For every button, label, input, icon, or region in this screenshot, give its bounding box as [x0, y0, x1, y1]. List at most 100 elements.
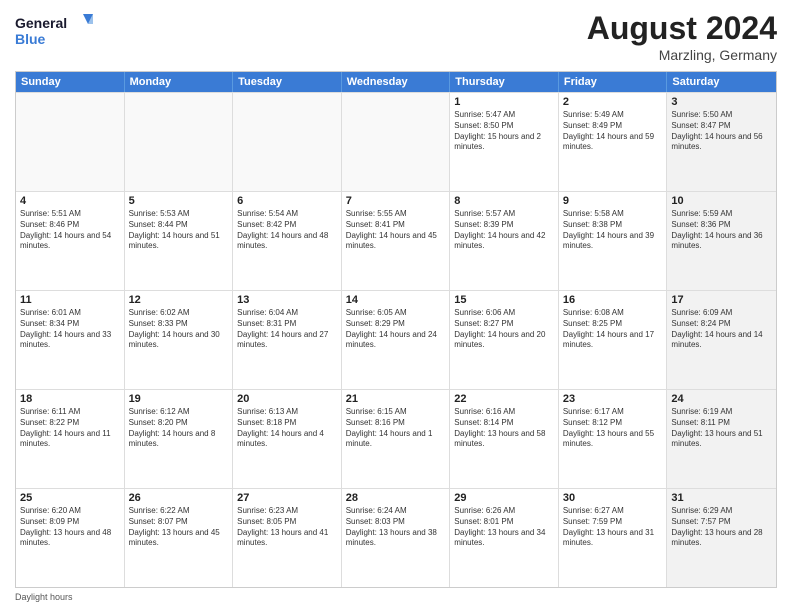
day-cell-11: 11 Sunrise: 6:01 AM Sunset: 8:34 PM Dayli… [16, 291, 125, 389]
day-number: 2 [563, 96, 663, 108]
cell-info: Sunrise: 6:22 AM Sunset: 8:07 PM Dayligh… [129, 506, 229, 549]
day-cell-2: 2 Sunrise: 5:49 AM Sunset: 8:49 PM Daylig… [559, 93, 668, 191]
day-cell-1: 1 Sunrise: 5:47 AM Sunset: 8:50 PM Daylig… [450, 93, 559, 191]
day-cell-20: 20 Sunrise: 6:13 AM Sunset: 8:18 PM Dayli… [233, 390, 342, 488]
cell-info: Sunrise: 5:54 AM Sunset: 8:42 PM Dayligh… [237, 209, 337, 252]
cell-info: Sunrise: 5:58 AM Sunset: 8:38 PM Dayligh… [563, 209, 663, 252]
day-number: 8 [454, 195, 554, 207]
cell-info: Sunrise: 6:06 AM Sunset: 8:27 PM Dayligh… [454, 308, 554, 351]
svg-text:Blue: Blue [15, 31, 46, 47]
day-header-monday: Monday [125, 72, 234, 92]
page: General Blue August 2024 Marzling, Germa… [0, 0, 792, 612]
cell-info: Sunrise: 5:49 AM Sunset: 8:49 PM Dayligh… [563, 110, 663, 153]
cell-info: Sunrise: 6:24 AM Sunset: 8:03 PM Dayligh… [346, 506, 446, 549]
day-number: 27 [237, 492, 337, 504]
day-header-friday: Friday [559, 72, 668, 92]
day-cell-17: 17Sunrise: 6:09 AM Sunset: 8:24 PM Dayli… [667, 291, 776, 389]
cell-info: Sunrise: 6:01 AM Sunset: 8:34 PM Dayligh… [20, 308, 120, 351]
day-cell-9: 9Sunrise: 5:58 AM Sunset: 8:38 PM Daylig… [559, 192, 668, 290]
empty-cell [16, 93, 125, 191]
day-header-sunday: Sunday [16, 72, 125, 92]
logo-svg: General Blue [15, 10, 95, 52]
day-number: 14 [346, 294, 446, 306]
day-cell-16: 16 Sunrise: 6:08 AM Sunset: 8:25 PM Dayli… [559, 291, 668, 389]
location: Marzling, Germany [587, 47, 777, 63]
day-cell-24: 24 Sunrise: 6:19 AM Sunset: 8:11 PM Dayli… [667, 390, 776, 488]
calendar-header: SundayMondayTuesdayWednesdayThursdayFrid… [16, 72, 776, 92]
cell-info: Sunrise: 6:13 AM Sunset: 8:18 PM Dayligh… [237, 407, 337, 450]
day-cell-3: 3 Sunrise: 5:50 AM Sunset: 8:47 PM Daylig… [667, 93, 776, 191]
day-number: 12 [129, 294, 229, 306]
day-cell-30: 30Sunrise: 6:27 AM Sunset: 7:59 PM Dayli… [559, 489, 668, 587]
day-number: 13 [237, 294, 337, 306]
cell-info: Sunrise: 5:51 AM Sunset: 8:46 PM Dayligh… [20, 209, 120, 252]
day-cell-8: 8Sunrise: 5:57 AM Sunset: 8:39 PM Daylig… [450, 192, 559, 290]
logo: General Blue [15, 10, 95, 52]
cell-info: Sunrise: 5:59 AM Sunset: 8:36 PM Dayligh… [671, 209, 772, 252]
day-cell-7: 7 Sunrise: 5:55 AM Sunset: 8:41 PM Daylig… [342, 192, 451, 290]
day-number: 17 [671, 294, 772, 306]
footer-note: Daylight hours [15, 592, 777, 602]
day-number: 1 [454, 96, 554, 108]
calendar-row-4: 25 Sunrise: 6:20 AM Sunset: 8:09 PM Dayli… [16, 488, 776, 587]
day-header-tuesday: Tuesday [233, 72, 342, 92]
day-cell-12: 12 Sunrise: 6:02 AM Sunset: 8:33 PM Dayli… [125, 291, 234, 389]
day-number: 28 [346, 492, 446, 504]
cell-info: Sunrise: 6:16 AM Sunset: 8:14 PM Dayligh… [454, 407, 554, 450]
day-cell-29: 29Sunrise: 6:26 AM Sunset: 8:01 PM Dayli… [450, 489, 559, 587]
day-number: 24 [671, 393, 772, 405]
day-number: 25 [20, 492, 120, 504]
day-number: 10 [671, 195, 772, 207]
day-number: 19 [129, 393, 229, 405]
empty-cell [125, 93, 234, 191]
day-number: 3 [671, 96, 772, 108]
day-cell-31: 31 Sunrise: 6:29 AM Sunset: 7:57 PM Dayli… [667, 489, 776, 587]
day-number: 11 [20, 294, 120, 306]
day-header-wednesday: Wednesday [342, 72, 451, 92]
day-cell-26: 26 Sunrise: 6:22 AM Sunset: 8:07 PM Dayli… [125, 489, 234, 587]
day-header-thursday: Thursday [450, 72, 559, 92]
day-number: 6 [237, 195, 337, 207]
title-block: August 2024 Marzling, Germany [587, 10, 777, 63]
cell-info: Sunrise: 6:27 AM Sunset: 7:59 PM Dayligh… [563, 506, 663, 549]
day-cell-25: 25 Sunrise: 6:20 AM Sunset: 8:09 PM Dayli… [16, 489, 125, 587]
cell-info: Sunrise: 6:12 AM Sunset: 8:20 PM Dayligh… [129, 407, 229, 450]
cell-info: Sunrise: 5:47 AM Sunset: 8:50 PM Dayligh… [454, 110, 554, 153]
day-number: 20 [237, 393, 337, 405]
day-cell-19: 19 Sunrise: 6:12 AM Sunset: 8:20 PM Dayli… [125, 390, 234, 488]
cell-info: Sunrise: 6:17 AM Sunset: 8:12 PM Dayligh… [563, 407, 663, 450]
cell-info: Sunrise: 6:19 AM Sunset: 8:11 PM Dayligh… [671, 407, 772, 450]
cell-info: Sunrise: 6:02 AM Sunset: 8:33 PM Dayligh… [129, 308, 229, 351]
calendar-row-1: 4 Sunrise: 5:51 AM Sunset: 8:46 PM Daylig… [16, 191, 776, 290]
calendar-row-2: 11 Sunrise: 6:01 AM Sunset: 8:34 PM Dayli… [16, 290, 776, 389]
day-cell-21: 21Sunrise: 6:15 AM Sunset: 8:16 PM Dayli… [342, 390, 451, 488]
cell-info: Sunrise: 6:08 AM Sunset: 8:25 PM Dayligh… [563, 308, 663, 351]
day-number: 31 [671, 492, 772, 504]
day-number: 26 [129, 492, 229, 504]
svg-text:General: General [15, 15, 67, 31]
header: General Blue August 2024 Marzling, Germa… [15, 10, 777, 63]
cell-info: Sunrise: 6:20 AM Sunset: 8:09 PM Dayligh… [20, 506, 120, 549]
day-cell-23: 23Sunrise: 6:17 AM Sunset: 8:12 PM Dayli… [559, 390, 668, 488]
month-year: August 2024 [587, 10, 777, 47]
cell-info: Sunrise: 5:50 AM Sunset: 8:47 PM Dayligh… [671, 110, 772, 153]
day-number: 29 [454, 492, 554, 504]
day-cell-13: 13 Sunrise: 6:04 AM Sunset: 8:31 PM Dayli… [233, 291, 342, 389]
day-cell-28: 28 Sunrise: 6:24 AM Sunset: 8:03 PM Dayli… [342, 489, 451, 587]
day-number: 21 [346, 393, 446, 405]
calendar-body: 1 Sunrise: 5:47 AM Sunset: 8:50 PM Daylig… [16, 92, 776, 587]
day-number: 22 [454, 393, 554, 405]
cell-info: Sunrise: 5:55 AM Sunset: 8:41 PM Dayligh… [346, 209, 446, 252]
day-number: 5 [129, 195, 229, 207]
day-number: 4 [20, 195, 120, 207]
day-cell-15: 15Sunrise: 6:06 AM Sunset: 8:27 PM Dayli… [450, 291, 559, 389]
cell-info: Sunrise: 6:04 AM Sunset: 8:31 PM Dayligh… [237, 308, 337, 351]
cell-info: Sunrise: 6:11 AM Sunset: 8:22 PM Dayligh… [20, 407, 120, 450]
day-number: 16 [563, 294, 663, 306]
day-number: 7 [346, 195, 446, 207]
empty-cell [342, 93, 451, 191]
calendar-row-0: 1 Sunrise: 5:47 AM Sunset: 8:50 PM Daylig… [16, 92, 776, 191]
cell-info: Sunrise: 6:29 AM Sunset: 7:57 PM Dayligh… [671, 506, 772, 549]
cell-info: Sunrise: 6:05 AM Sunset: 8:29 PM Dayligh… [346, 308, 446, 351]
day-cell-6: 6 Sunrise: 5:54 AM Sunset: 8:42 PM Daylig… [233, 192, 342, 290]
